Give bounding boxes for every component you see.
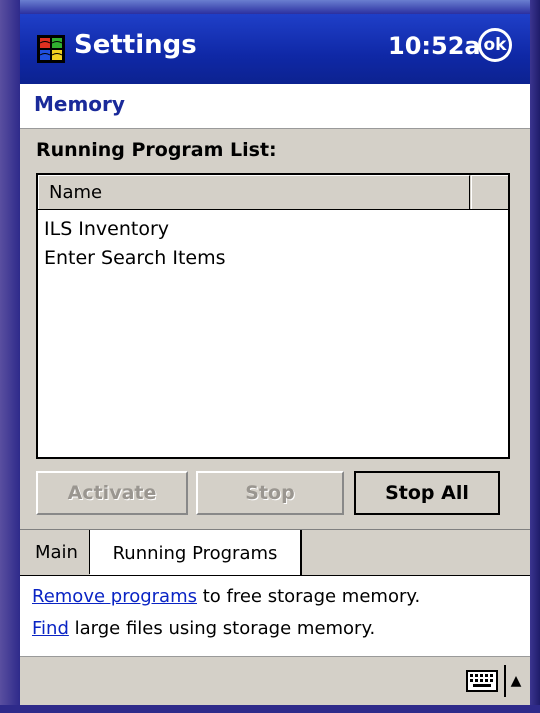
find-link[interactable]: Find — [32, 618, 69, 639]
device-frame-left — [0, 0, 20, 713]
stop-button[interactable]: Stop — [196, 471, 344, 515]
tab-main[interactable]: Main — [24, 530, 90, 574]
app-title: Settings — [74, 30, 197, 60]
running-programs-panel: Running Program List: Name ILS Inventory… — [20, 129, 530, 529]
stop-all-button[interactable]: Stop All — [354, 471, 500, 515]
column-header-name[interactable]: Name — [38, 175, 470, 209]
tab-strip: Main Running Programs — [20, 529, 530, 576]
column-header-blank[interactable] — [471, 175, 508, 209]
page-header: Memory — [20, 84, 530, 129]
list-rows: ILS Inventory Enter Search Items — [44, 215, 226, 273]
list-item[interactable]: ILS Inventory — [44, 215, 226, 244]
windows-flag-icon[interactable] — [36, 34, 66, 64]
find-files-line: Find large files using storage memory. — [32, 618, 375, 639]
page-title: Memory — [34, 92, 125, 116]
device-frame-bottom — [0, 705, 540, 713]
menu-bar: ▲ — [20, 656, 530, 705]
device-frame-top — [0, 0, 540, 14]
list-header: Name — [38, 175, 508, 210]
find-files-text: large files using storage memory. — [68, 618, 376, 639]
input-panel-arrow-icon[interactable]: ▲ — [504, 665, 526, 697]
keyboard-icon[interactable] — [466, 669, 498, 693]
device-screen: Settings 10:52a ok Memory Running Progra… — [20, 14, 530, 705]
remove-programs-line: Remove programs to free storage memory. — [32, 586, 420, 607]
ok-button[interactable]: ok — [478, 28, 512, 62]
running-program-listview[interactable]: Name ILS Inventory Enter Search Items — [36, 173, 510, 459]
remove-programs-link[interactable]: Remove programs — [32, 586, 197, 607]
title-bar: Settings 10:52a ok — [20, 14, 530, 84]
help-links: Remove programs to free storage memory. … — [20, 575, 530, 656]
device-frame-right — [530, 0, 540, 713]
remove-programs-text: to free storage memory. — [196, 586, 421, 607]
tab-running-programs[interactable]: Running Programs — [90, 530, 302, 576]
list-item[interactable]: Enter Search Items — [44, 244, 226, 273]
running-program-list-label: Running Program List: — [36, 139, 277, 161]
clock[interactable]: 10:52a — [388, 32, 481, 60]
activate-button[interactable]: Activate — [36, 471, 188, 515]
